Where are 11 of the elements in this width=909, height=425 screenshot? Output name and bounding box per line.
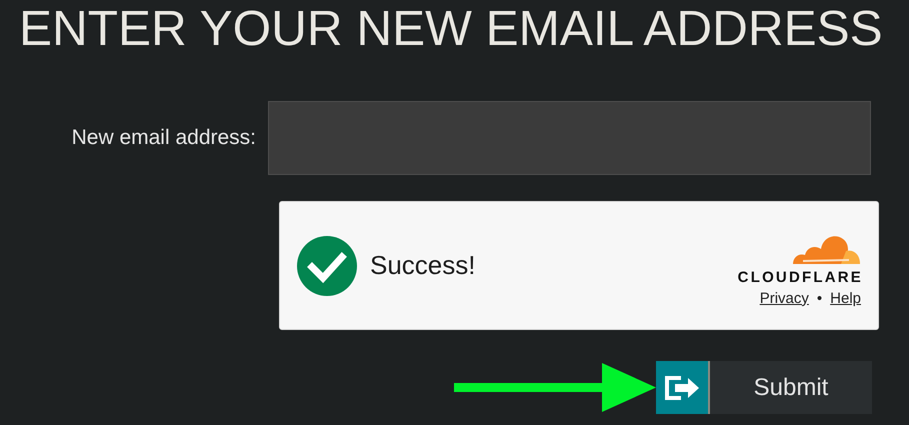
submit-button[interactable]: Submit (656, 361, 872, 414)
status-message: Success! (370, 250, 476, 281)
field-label: New email address: (72, 126, 256, 150)
page-heading: ENTER YOUR NEW EMAIL ADDRESS (19, 4, 883, 54)
separator-dot: • (816, 290, 822, 306)
brand-wordmark: CLOUDFLARE (738, 268, 863, 286)
arrow-icon (454, 362, 656, 412)
privacy-link[interactable]: Privacy (760, 290, 809, 306)
help-link[interactable]: Help (830, 290, 861, 306)
exit-icon (663, 374, 701, 400)
email-input-field[interactable] (268, 101, 871, 175)
